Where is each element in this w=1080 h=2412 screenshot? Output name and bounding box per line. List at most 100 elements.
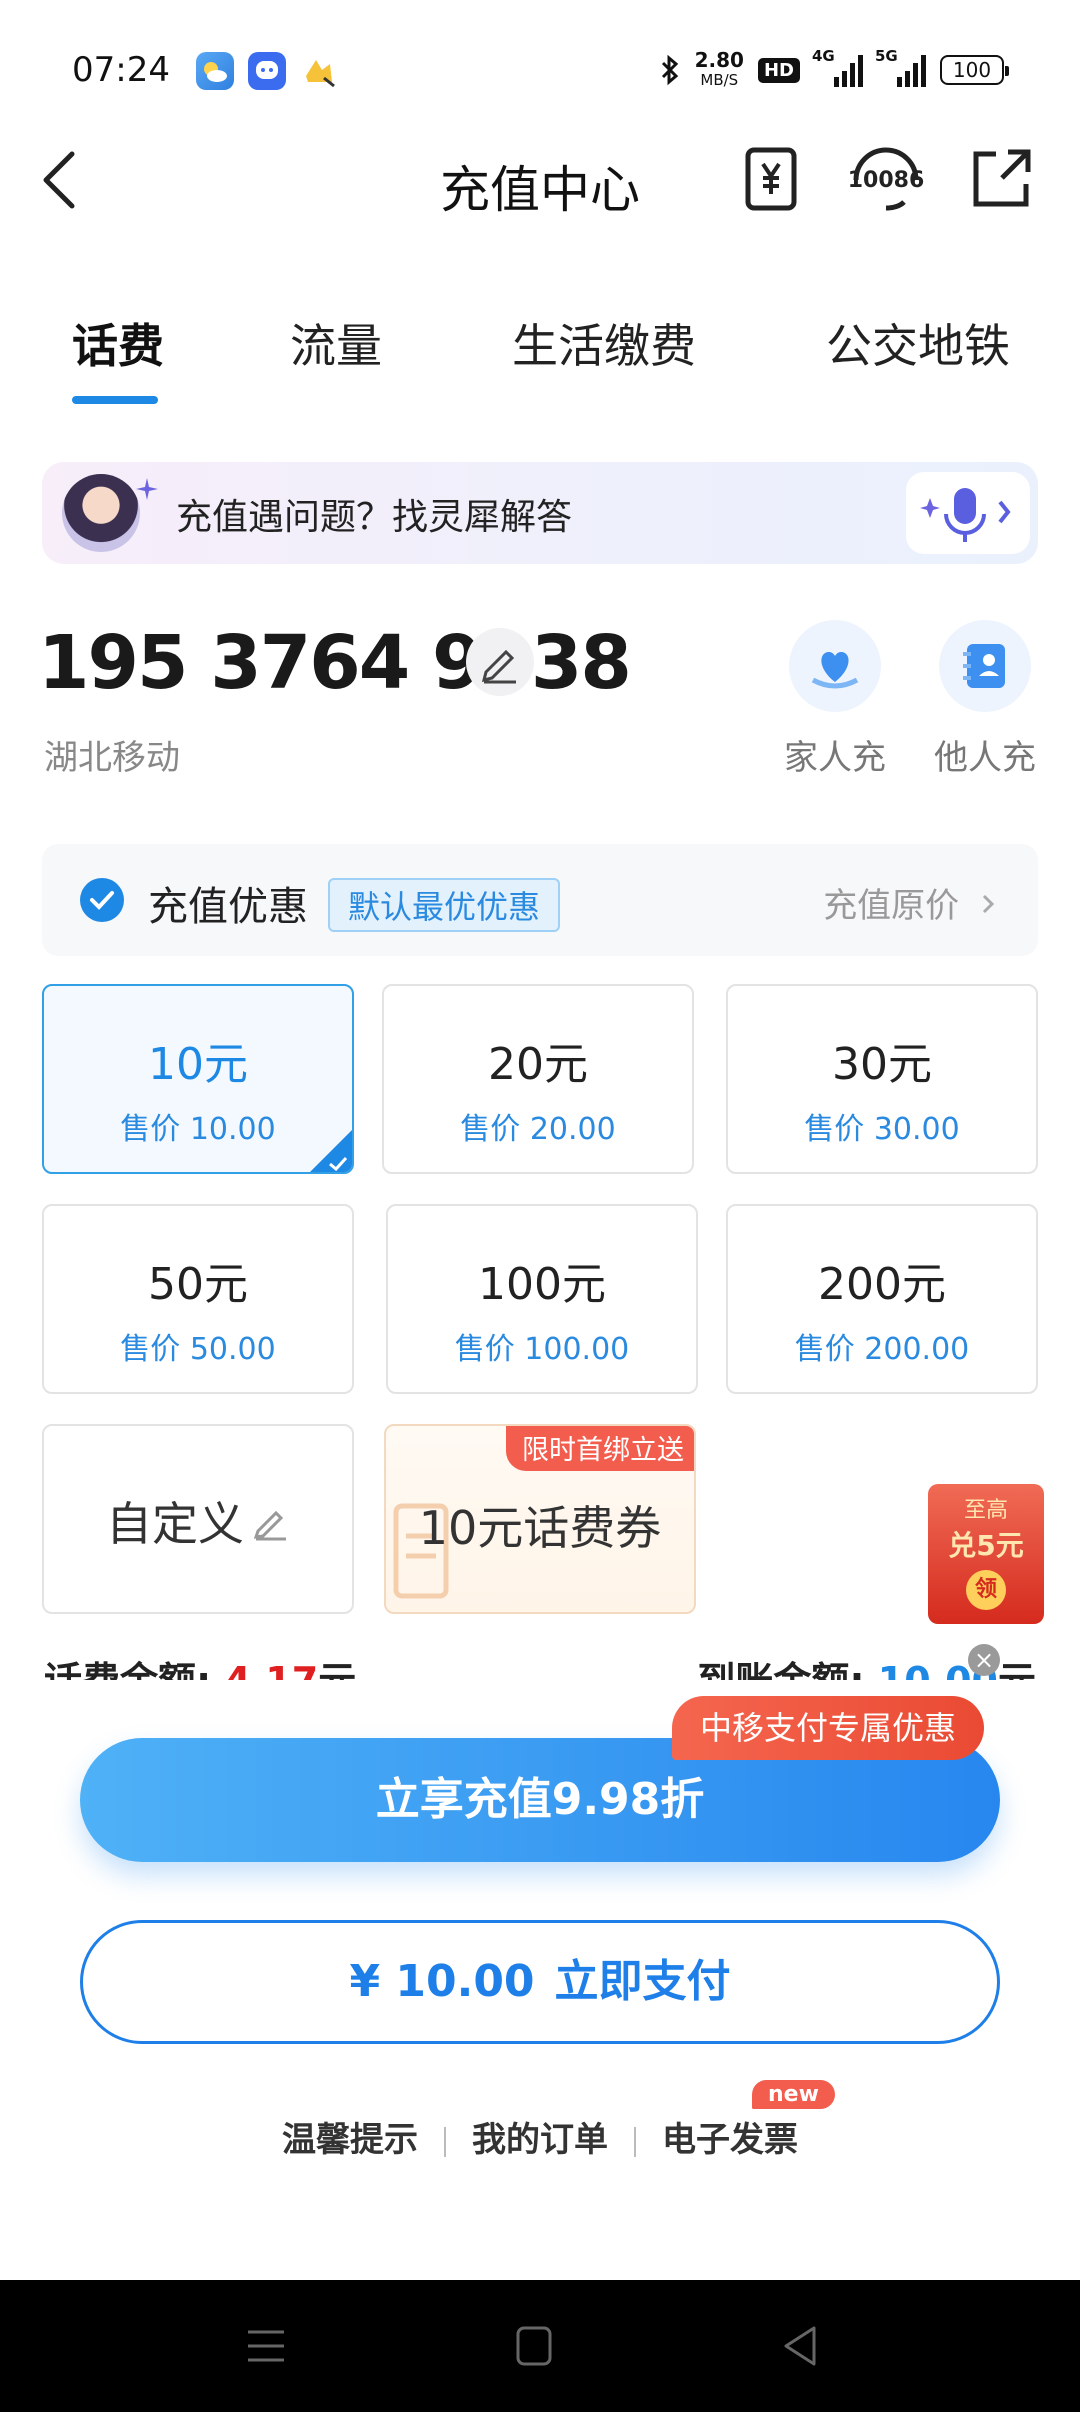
active-tab-indicator [72,396,158,404]
pay-amount: ¥ 10.00 [349,1956,535,2007]
tab-transit[interactable]: 公交地铁 [826,310,1010,376]
others-recharge-button[interactable]: 他人充 [930,620,1040,779]
voice-assistant-button[interactable] [906,472,1030,554]
phone-number: 195 3764 9038 [38,620,632,706]
close-tag-icon[interactable]: × [968,1644,1000,1676]
carrier-name: 湖北移动 [44,738,180,778]
amount-value: 50元 [148,1259,248,1310]
red-packet-button[interactable]: 至高 兑5元 领 [928,1484,1044,1624]
microphone-icon [920,488,1011,542]
selected-check-icon [310,1130,352,1172]
family-heart-icon [811,652,859,689]
sparkle-icon [136,478,158,500]
system-nav-bar [0,2280,1080,2412]
amount-price: 售价 50.00 [120,1332,276,1367]
red-packet-line1: 至高 [963,1498,1008,1523]
signal-5g-icon: 5G [875,47,926,87]
network-4g-label: 4G [812,47,835,65]
promo-tag: 中移支付专属优惠 [672,1696,985,1760]
amount-price: 售价 20.00 [460,1112,616,1147]
pay-label: 立即支付 [554,1956,731,2007]
tab-data[interactable]: 流量 [290,310,382,376]
amount-card-100[interactable]: 100元 售价 100.00 [386,1204,698,1394]
status-bar: 07:24 2.80 MB/S HD 4G 5G 100 [0,0,1080,140]
net-speed: 2.80 MB/S [695,50,744,90]
tips-link[interactable]: 温馨提示 [282,2120,418,2160]
discount-row: 充值优惠 默认最优优惠 充值原价 [42,844,1038,956]
menu-nav-button[interactable] [236,2316,296,2376]
net-speed-value: 2.80 [694,48,744,72]
current-balance-unit: 元 [318,1659,356,1680]
hotline-number: 10086 [847,168,925,193]
tab-utilities[interactable]: 生活缴费 [512,310,696,376]
edit-phone-button[interactable] [466,628,534,696]
category-tabs: 话费 流量 生活缴费 公交地铁 [0,310,1080,410]
back-triangle-icon [784,2326,816,2366]
current-balance: 话费余额: 4.17元 [44,1650,356,1680]
coupon-promo-tag: 限时首绑立送 [506,1426,694,1471]
amount-value: 100元 [478,1259,606,1310]
home-nav-button[interactable] [504,2316,564,2376]
balance-row: 话费余额: 4.17元 到账金额: 10.00元 [0,1650,1080,1680]
amount-card-20[interactable]: 20元 售价 20.00 [382,984,694,1174]
chat-app-icon [248,52,286,90]
family-recharge-button[interactable]: 家人充 [780,620,890,779]
invoice-link[interactable]: 电子发票 [662,2120,798,2160]
current-balance-label: 话费余额: [44,1659,211,1680]
network-5g-label: 5G [875,47,898,65]
net-speed-unit: MB/S [700,71,739,89]
share-button[interactable] [966,144,1036,214]
game-app-icon [300,52,338,90]
amount-card-30[interactable]: 30元 售价 30.00 [726,984,1038,1174]
signal-4g-icon: 4G [812,47,863,87]
credited-amount-label: 到账金额: [697,1659,864,1680]
pencil-icon [481,649,516,684]
amount-card-200[interactable]: 200元 售价 200.00 [726,1204,1038,1394]
tab-phone-bill[interactable]: 话费 [72,310,164,376]
pay-now-button[interactable]: ¥ 10.00 立即支付 [80,1920,1000,2044]
discount-checkbox[interactable] [80,878,124,922]
chevron-right-icon [982,894,995,914]
assistant-banner[interactable]: 充值遇问题？找灵犀解答 [42,462,1038,564]
amount-card-50[interactable]: 50元 售价 50.00 [42,1204,354,1394]
assistant-prompt: 充值遇问题？找灵犀解答 [176,497,573,538]
home-square-icon [516,2326,552,2366]
battery-icon: 100 [940,55,1009,85]
contacts-book-icon [963,644,1005,688]
footer-links: 温馨提示 我的订单 电子发票 [0,2112,1080,2161]
current-balance-value: 4.17 [224,1659,318,1680]
red-packet-coin: 领 [966,1570,1006,1610]
pencil-icon [253,1510,286,1541]
amount-price: 售价 10.00 [120,1112,276,1147]
amount-price: 售价 200.00 [794,1332,970,1367]
credited-amount-unit: 元 [998,1659,1036,1680]
family-recharge-label: 家人充 [784,738,886,778]
weather-app-icon [196,52,234,90]
status-time: 07:24 [72,50,170,90]
assistant-avatar [62,474,140,552]
coupon-card[interactable]: 限时首绑立送 10元话费券 [384,1424,696,1614]
discount-label: 充值优惠 [148,884,308,930]
original-price-label: 充值原价 [823,886,960,926]
divider [444,2126,446,2157]
amount-value: 10元 [148,1039,248,1090]
custom-amount-card[interactable]: 自定义 [42,1424,354,1614]
new-badge: new [752,2080,835,2109]
bluetooth-icon [661,54,678,86]
coupon-label: 10元话费券 [418,1501,662,1555]
checkmark-icon [90,891,114,910]
billing-button[interactable] [736,144,806,214]
menu-icon [248,2330,284,2362]
amount-card-10[interactable]: 10元 售价 10.00 [42,984,354,1174]
bill-yuan-icon [745,147,797,211]
divider [634,2126,636,2157]
amount-value: 200元 [818,1259,946,1310]
red-packet-line2: 兑5元 [948,1529,1024,1562]
orders-link[interactable]: 我的订单 [472,2120,608,2160]
amount-price: 售价 100.00 [454,1332,630,1367]
title-bar: 充值中心 10086 [0,140,1080,220]
hotline-button[interactable]: 10086 [846,144,926,214]
original-price-link[interactable]: 充值原价 [823,878,998,927]
back-nav-button[interactable] [770,2316,830,2376]
amount-price: 售价 30.00 [804,1112,960,1147]
